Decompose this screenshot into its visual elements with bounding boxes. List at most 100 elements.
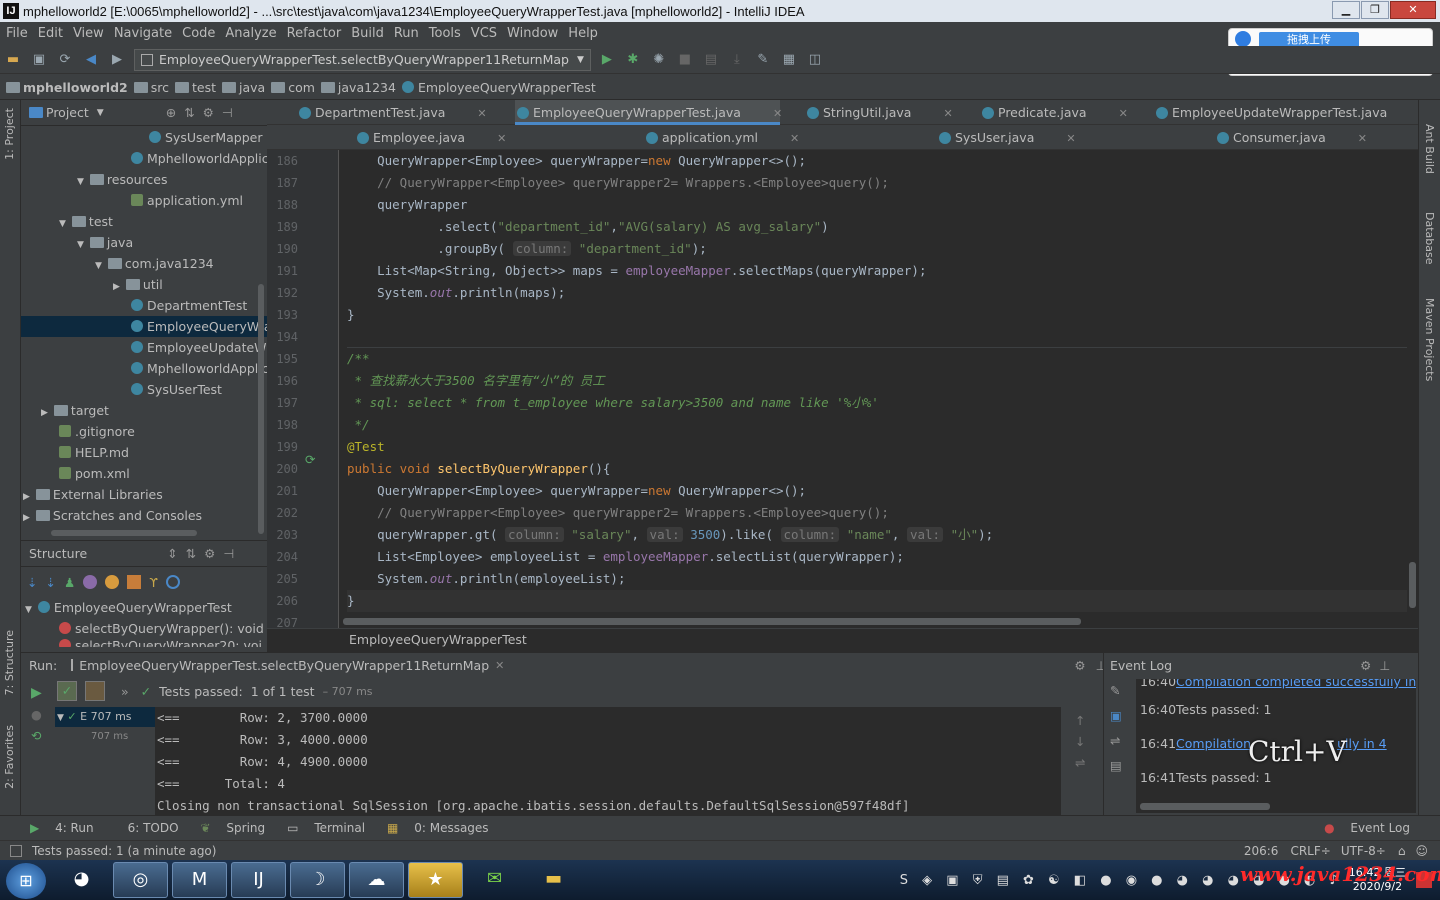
expand-arrow-icon[interactable]: ▼: [95, 261, 102, 271]
expand-arrow-icon[interactable]: ▼: [77, 240, 84, 250]
menu-tools[interactable]: Tools: [429, 26, 461, 41]
close-icon[interactable]: ✕: [477, 107, 486, 120]
project-tree-item[interactable]: MphelloworldApplic: [21, 358, 269, 379]
structure-tool-tab[interactable]: 7: Structure: [3, 630, 16, 695]
project-tree-item[interactable]: DepartmentTest: [21, 295, 267, 316]
run-tool-button[interactable]: ▶ 4: Run: [30, 821, 94, 835]
expand-arrow-icon[interactable]: ▼: [59, 219, 66, 229]
project-vscrollbar[interactable]: [258, 284, 264, 534]
project-tree-item[interactable]: ▶ util: [21, 274, 267, 295]
soft-wrap-icon[interactable]: ⇌: [1075, 755, 1095, 770]
status-message[interactable]: Tests passed: 1 (a minute ago): [32, 844, 216, 858]
gear-icon[interactable]: ⚙: [203, 105, 214, 120]
sdk-icon[interactable]: ◫: [807, 52, 823, 68]
update-icon[interactable]: ⤓: [729, 52, 745, 68]
taskbar-eclipse-icon[interactable]: ☽: [290, 862, 345, 898]
settings-icon[interactable]: ✎: [1110, 683, 1122, 698]
start-button[interactable]: ⊞: [6, 863, 46, 899]
project-tree-item[interactable]: ▼ com.java1234: [21, 253, 267, 274]
spring-tool-button[interactable]: ❦ Spring: [201, 821, 266, 835]
menu-help[interactable]: Help: [568, 26, 598, 41]
breadcrumb-src[interactable]: src: [133, 80, 169, 95]
editor-tab[interactable]: SysUser.java ✕: [937, 125, 1076, 150]
show-passed-icon[interactable]: ✓: [57, 681, 77, 701]
project-tree-item[interactable]: EmployeeUpdateW: [21, 337, 267, 358]
close-icon[interactable]: ✕: [773, 107, 782, 120]
menu-analyze[interactable]: Analyze: [225, 26, 276, 41]
coverage-icon[interactable]: ✺: [651, 52, 667, 68]
sync-icon[interactable]: ⟳: [57, 52, 73, 68]
build-icon[interactable]: ▤: [703, 52, 719, 68]
editor-tab[interactable]: Consumer.java ✕: [1215, 125, 1367, 150]
menu-code[interactable]: Code: [182, 26, 215, 41]
project-tree-item[interactable]: SysUserTest: [21, 379, 267, 400]
expand-arrow-icon[interactable]: ▼: [77, 177, 84, 187]
close-button[interactable]: ✕: [1390, 1, 1436, 19]
test-tree-root[interactable]: ▼ ✓ E 707 ms: [55, 707, 155, 727]
expand-arrow-icon[interactable]: ▶: [23, 513, 30, 523]
inspector-icon[interactable]: ☺: [1415, 844, 1428, 858]
structure-item-class[interactable]: ▼ EmployeeQueryWrapperTest: [21, 597, 267, 618]
maven-tool-tab[interactable]: Maven Projects: [1423, 298, 1436, 381]
project-tree-item[interactable]: HELP.md: [21, 442, 267, 463]
restart-icon[interactable]: ⟲: [31, 728, 51, 743]
code-editor[interactable]: QueryWrapper<Employee> queryWrapper=new …: [347, 150, 1407, 628]
sort-visibility-icon[interactable]: ⇣: [45, 575, 55, 590]
project-tree-item[interactable]: MphelloworldApplic: [21, 148, 269, 169]
file-encoding[interactable]: UTF-8÷: [1341, 844, 1386, 858]
event-log-button[interactable]: ● Event Log: [1324, 821, 1410, 835]
lock-icon[interactable]: ⌂: [1398, 844, 1406, 858]
breadcrumb-test[interactable]: test: [175, 80, 216, 95]
breadcrumb-java1234[interactable]: java1234: [320, 80, 396, 95]
back-arrow-icon[interactable]: ◀: [83, 52, 99, 68]
project-hscrollbar[interactable]: [51, 530, 197, 536]
show-non-public-icon[interactable]: [127, 575, 142, 589]
caret-position[interactable]: 206:6: [1244, 844, 1279, 858]
project-tool-tab[interactable]: 1: Project: [3, 108, 16, 160]
rerun-icon[interactable]: ▶: [31, 685, 51, 701]
editor-tab[interactable]: Predicate.java ✕: [980, 100, 1128, 125]
minimize-button[interactable]: ▁: [1332, 1, 1360, 19]
menu-window[interactable]: Window: [507, 26, 558, 41]
sort-alpha-icon[interactable]: ⇣: [27, 575, 37, 590]
breadcrumb-java[interactable]: java: [222, 80, 265, 95]
maximize-button[interactable]: ❐: [1361, 1, 1389, 19]
taskbar-app-icon[interactable]: M: [172, 862, 227, 898]
menu-vcs[interactable]: VCS: [471, 26, 497, 41]
menu-build[interactable]: Build: [351, 26, 384, 41]
project-tree-item[interactable]: SysUserMapper: [21, 127, 267, 148]
collapse-icon[interactable]: ⇅: [186, 546, 196, 561]
run-tab[interactable]: EmployeeQueryWrapperTest.selectByQueryWr…: [79, 658, 489, 673]
structure-item-method[interactable]: selectByQueryWrapper20: voi: [21, 639, 267, 647]
database-tool-tab[interactable]: Database: [1423, 212, 1436, 265]
target-icon[interactable]: ⊕: [166, 105, 176, 120]
close-icon[interactable]: ✕: [943, 107, 952, 120]
menu-file[interactable]: File: [6, 26, 28, 41]
editor-hscrollbar[interactable]: [343, 618, 1081, 625]
show-fields-icon[interactable]: [105, 575, 120, 589]
run-configuration-dropdown[interactable]: EmployeeQueryWrapperTest.selectByQueryWr…: [134, 48, 591, 71]
show-lambdas-icon[interactable]: ϒ: [149, 575, 158, 590]
breadcrumb-com[interactable]: com: [271, 80, 315, 95]
structure-item-method[interactable]: selectByQueryWrapper(): void: [21, 618, 267, 639]
taskbar-explorer-icon[interactable]: ▬: [526, 862, 581, 898]
status-toggle-icon[interactable]: [10, 844, 22, 857]
show-properties-icon[interactable]: ♟: [64, 575, 75, 590]
close-icon[interactable]: ✕: [495, 659, 504, 672]
project-tree-item[interactable]: ▼ java: [21, 232, 267, 253]
editor-tab[interactable]: EmployeeUpdateWrapperTest.java✕: [1154, 100, 1428, 125]
gear-icon[interactable]: ⚙: [1360, 658, 1371, 673]
project-tree-item[interactable]: application.yml: [21, 190, 267, 211]
run-icon[interactable]: ▶: [599, 52, 615, 68]
project-tree-item[interactable]: ▼ test: [21, 211, 267, 232]
terminal-tool-button[interactable]: ▭ Terminal: [287, 821, 365, 835]
expand-arrow-icon[interactable]: ▶: [23, 492, 30, 502]
editor-tab[interactable]: EmployeeQueryWrapperTest.java ✕: [515, 100, 782, 125]
more-icon[interactable]: »: [121, 684, 129, 699]
menu-run[interactable]: Run: [394, 26, 419, 41]
editor-tab[interactable]: application.yml ✕: [644, 125, 799, 150]
taskbar-app-icon[interactable]: ◕: [54, 862, 109, 898]
print-icon[interactable]: ▤: [1110, 758, 1122, 773]
editor-tab[interactable]: DepartmentTest.java ✕: [297, 100, 487, 125]
event-log-hscrollbar[interactable]: [1140, 803, 1270, 810]
